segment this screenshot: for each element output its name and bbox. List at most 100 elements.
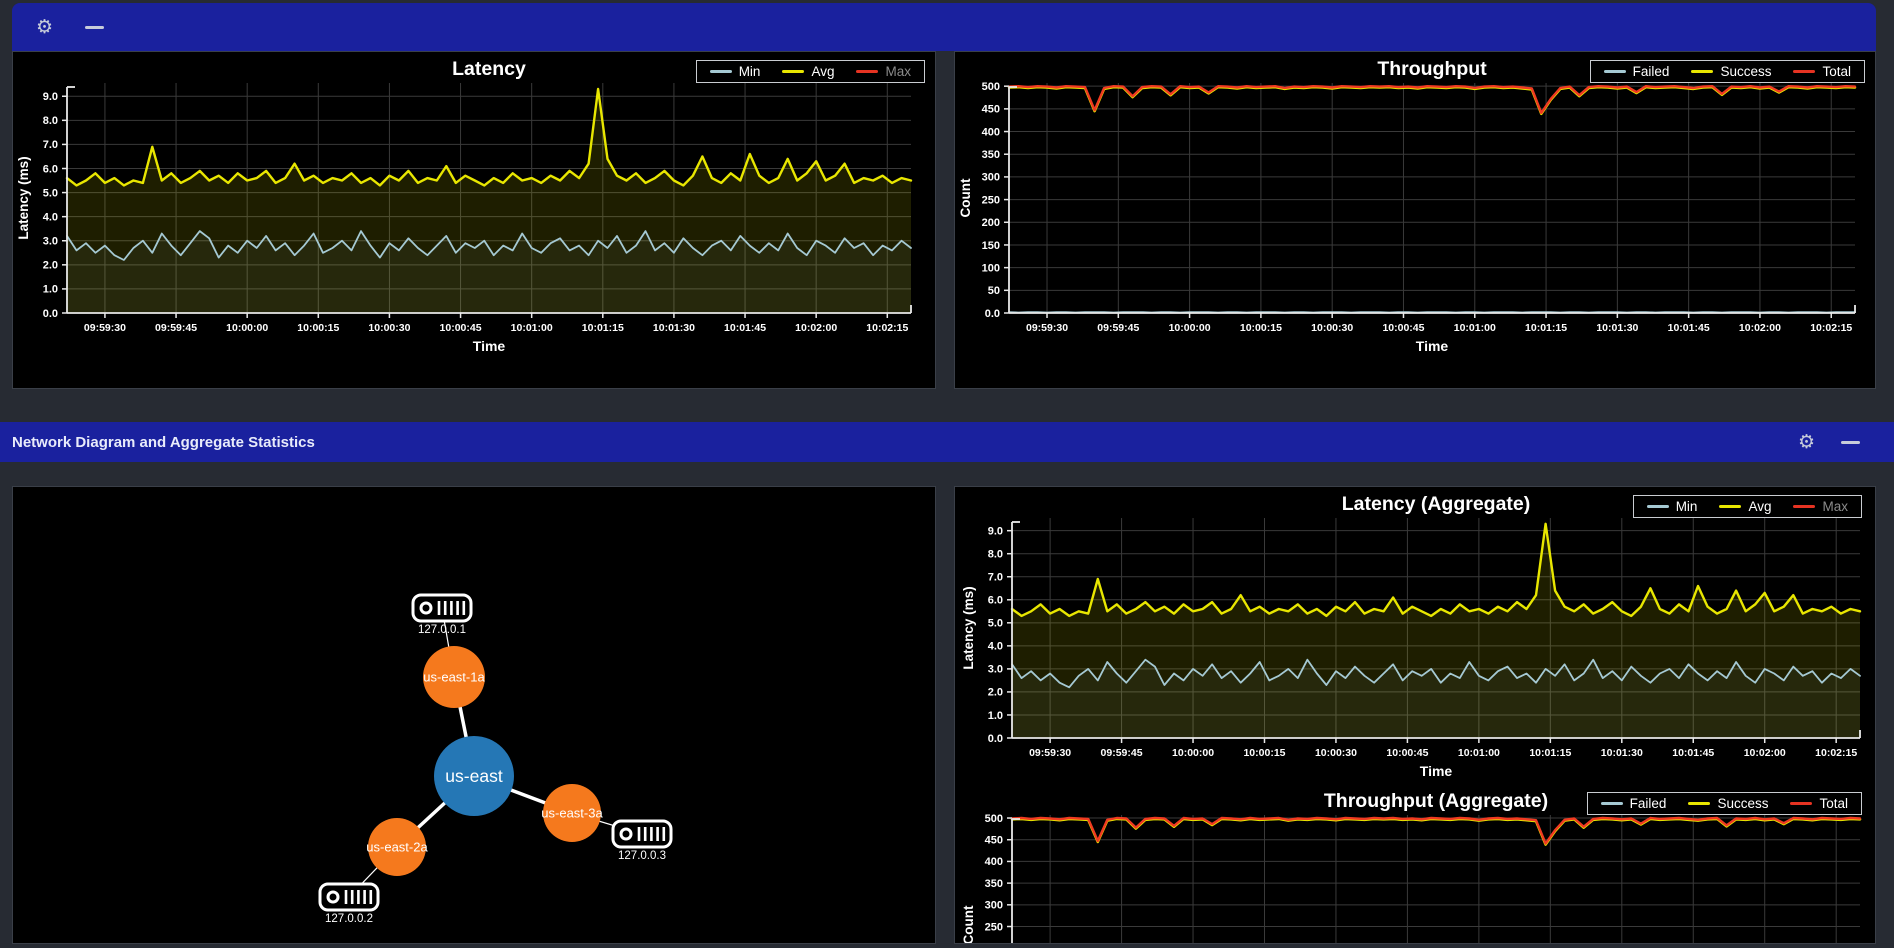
top-panel-header: ⚙ [12, 3, 1876, 51]
throughput_agg-legend: Failed Success Total [1587, 792, 1862, 815]
network-svg[interactable]: us-east us-east-1a us-east-2a us-east-3a 127… [13, 487, 935, 943]
legend-swatch [856, 70, 878, 74]
svg-text:350: 350 [982, 149, 1000, 161]
legend-item-avg[interactable]: Avg [1719, 499, 1771, 514]
svg-text:10:02:15: 10:02:15 [866, 322, 908, 334]
legend-label: Success [1720, 64, 1771, 79]
legend-item-failed[interactable]: Failed [1604, 64, 1670, 79]
server-ip-label: 127.0.0.3 [618, 850, 666, 862]
svg-text:2.0: 2.0 [43, 260, 58, 272]
legend-label: Avg [811, 64, 834, 79]
legend-item-max[interactable]: Max [1793, 499, 1848, 514]
svg-text:10:00:30: 10:00:30 [1315, 747, 1357, 759]
svg-text:0.0: 0.0 [988, 733, 1003, 745]
svg-text:50: 50 [988, 285, 1000, 297]
svg-text:Time: Time [1416, 338, 1449, 354]
latency-aggregate-chart: 0.01.02.03.04.05.06.07.08.09.009:59:3009… [958, 492, 1872, 784]
latency_agg-legend: Min Avg Max [1633, 495, 1862, 518]
svg-text:250: 250 [985, 921, 1003, 933]
svg-text:10:01:45: 10:01:45 [724, 322, 766, 334]
svg-text:0.0: 0.0 [985, 308, 1000, 320]
node-label-us-east-1a: us-east-1a [423, 670, 485, 685]
legend-label: Total [1822, 64, 1851, 79]
svg-text:Throughput: Throughput [1377, 58, 1487, 80]
svg-text:Latency (ms): Latency (ms) [16, 156, 31, 239]
latency_agg-svg: 0.01.02.03.04.05.06.07.08.09.009:59:3009… [958, 492, 1872, 784]
svg-text:300: 300 [982, 172, 1000, 184]
legend-swatch [1790, 802, 1812, 806]
network-section-body: us-east us-east-1a us-east-2a us-east-3a 127… [12, 486, 1876, 944]
node-label-us-east-3a: us-east-3a [541, 806, 603, 821]
svg-text:7.0: 7.0 [43, 139, 58, 151]
legend-item-success[interactable]: Success [1688, 796, 1768, 811]
aggregate-charts-panel: 0.01.02.03.04.05.06.07.08.09.009:59:3009… [954, 486, 1876, 944]
legend-item-avg[interactable]: Avg [782, 64, 834, 79]
network-diagram-panel: us-east us-east-1a us-east-2a us-east-3a 127… [12, 486, 936, 944]
legend-item-min[interactable]: Min [1647, 499, 1698, 514]
svg-text:10:00:45: 10:00:45 [1386, 747, 1428, 759]
legend-item-max[interactable]: Max [856, 64, 911, 79]
legend-label: Avg [1748, 499, 1771, 514]
svg-text:10:00:45: 10:00:45 [440, 322, 482, 334]
svg-text:2.0: 2.0 [988, 687, 1003, 699]
svg-text:Time: Time [1420, 763, 1453, 779]
throughput-legend: Failed Success Total [1590, 60, 1865, 83]
svg-text:5.0: 5.0 [43, 187, 58, 199]
legend-item-success[interactable]: Success [1691, 64, 1771, 79]
throughput_agg-series-success [1012, 819, 1860, 845]
svg-text:10:02:00: 10:02:00 [795, 322, 837, 334]
throughput-aggregate-chart: 0.05010015020025030035040045050009:59:30… [958, 789, 1872, 944]
legend-label: Failed [1633, 64, 1670, 79]
svg-text:100: 100 [982, 262, 1000, 274]
legend-item-total[interactable]: Total [1793, 64, 1851, 79]
legend-swatch [782, 70, 804, 74]
legend-item-failed[interactable]: Failed [1601, 796, 1667, 811]
node-label-us-east: us-east [445, 766, 503, 786]
legend-label: Max [1822, 499, 1848, 514]
svg-text:9.0: 9.0 [988, 525, 1003, 537]
svg-text:450: 450 [985, 835, 1003, 847]
svg-text:10:00:15: 10:00:15 [1240, 322, 1282, 334]
latency-svg: 0.01.02.03.04.05.06.07.08.09.009:59:3009… [13, 57, 923, 359]
throughput-chart: 0.05010015020025030035040045050009:59:30… [955, 57, 1875, 359]
svg-text:Time: Time [473, 338, 506, 354]
legend-item-min[interactable]: Min [710, 64, 761, 79]
server-node-127.0.0.2[interactable]: 127.0.0.2 [320, 884, 378, 925]
node-label-us-east-2a: us-east-2a [366, 840, 428, 855]
svg-text:Count: Count [961, 905, 976, 944]
legend-label: Success [1717, 796, 1768, 811]
legend-item-total[interactable]: Total [1790, 796, 1848, 811]
svg-text:10:00:00: 10:00:00 [1169, 322, 1211, 334]
server-node-127.0.0.1[interactable]: 127.0.0.1 [413, 595, 471, 636]
latency-panel: 0.01.02.03.04.05.06.07.08.09.009:59:3009… [12, 51, 936, 389]
svg-text:09:59:45: 09:59:45 [155, 322, 197, 334]
svg-text:10:01:15: 10:01:15 [582, 322, 624, 334]
svg-text:09:59:30: 09:59:30 [84, 322, 126, 334]
latency-chart: 0.01.02.03.04.05.06.07.08.09.009:59:3009… [13, 57, 935, 359]
gear-icon[interactable]: ⚙ [36, 18, 53, 37]
svg-text:500: 500 [982, 81, 1000, 93]
svg-text:1.0: 1.0 [988, 710, 1003, 722]
svg-text:10:01:30: 10:01:30 [1601, 747, 1643, 759]
server-node-127.0.0.3[interactable]: 127.0.0.3 [613, 821, 671, 862]
minimize-icon[interactable] [85, 26, 104, 29]
svg-text:500: 500 [985, 813, 1003, 825]
svg-text:250: 250 [982, 194, 1000, 206]
svg-text:4.0: 4.0 [988, 641, 1003, 653]
gear-icon[interactable]: ⚙ [1798, 433, 1815, 452]
svg-text:9.0: 9.0 [43, 91, 58, 103]
svg-text:09:59:30: 09:59:30 [1026, 322, 1068, 334]
svg-text:10:02:00: 10:02:00 [1744, 747, 1786, 759]
svg-text:350: 350 [985, 878, 1003, 890]
svg-text:10:01:00: 10:01:00 [511, 322, 553, 334]
svg-text:10:00:45: 10:00:45 [1382, 322, 1424, 334]
legend-label: Failed [1630, 796, 1667, 811]
throughput-svg: 0.05010015020025030035040045050009:59:30… [955, 57, 1867, 359]
svg-text:10:00:15: 10:00:15 [297, 322, 339, 334]
minimize-icon[interactable] [1841, 441, 1860, 444]
legend-swatch [1647, 505, 1669, 509]
svg-text:10:01:00: 10:01:00 [1458, 747, 1500, 759]
svg-text:10:01:00: 10:01:00 [1454, 322, 1496, 334]
throughput-panel: 0.05010015020025030035040045050009:59:30… [954, 51, 1876, 389]
svg-text:09:59:30: 09:59:30 [1029, 747, 1071, 759]
